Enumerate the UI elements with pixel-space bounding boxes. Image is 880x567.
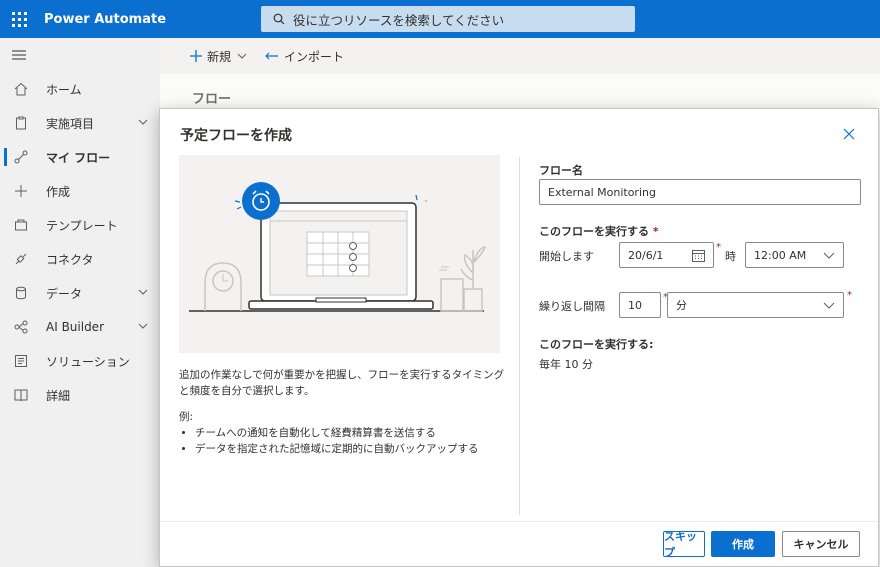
repeat-label: 繰り返し間隔 xyxy=(539,300,605,313)
required-marker: * xyxy=(847,290,852,301)
home-icon xyxy=(12,80,30,98)
example-list: チームへの通知を自動化して経費精算書を送信する データを指定された記憶域に定期的… xyxy=(195,425,509,457)
summary-value: 毎年 10 分 xyxy=(539,358,593,371)
sidebar-item-connectors[interactable]: コネクタ xyxy=(0,242,160,276)
sidebar-item-label: 作成 xyxy=(46,184,71,199)
book-icon xyxy=(12,386,30,404)
app-title[interactable]: Power Automate xyxy=(44,12,166,27)
flow-name-label: フロー名 xyxy=(539,164,583,177)
repeat-unit-value: 分 xyxy=(676,299,687,312)
connector-icon xyxy=(12,250,30,268)
sidebar: ホーム 実施項目 マイ フロー 作成 テンプレート コネクタ データ AI Bu… xyxy=(0,38,160,567)
search-icon xyxy=(273,13,285,25)
sidebar-item-data[interactable]: データ xyxy=(0,276,160,310)
repeat-interval-value: 10 xyxy=(628,298,642,312)
summary-label: このフローを実行する: xyxy=(539,338,654,351)
sidebar-item-label: 実施項目 xyxy=(46,116,95,131)
description-text: 追加の作業なしで何が重要かを把握し、フローを実行するタイミングと頻度を自分で選択… xyxy=(179,369,505,397)
start-date-value: 20/6/1 xyxy=(628,248,664,262)
start-label: 開始します xyxy=(539,250,594,263)
sidebar-item-templates[interactable]: テンプレート xyxy=(0,208,160,242)
create-button[interactable]: 作成 xyxy=(711,531,775,557)
time-label: 時 xyxy=(725,250,736,263)
chevron-down-icon[interactable] xyxy=(138,287,148,297)
new-label: 新規 xyxy=(207,49,232,64)
skip-button[interactable]: スキップ xyxy=(663,530,705,559)
search-placeholder: 役に立つリソースを検索してください xyxy=(293,12,505,28)
waffle-icon xyxy=(11,11,27,27)
repeat-unit-dropdown[interactable]: 分 xyxy=(667,292,844,318)
chevron-down-icon[interactable] xyxy=(138,117,148,127)
sidebar-item-action-items[interactable]: 実施項目 xyxy=(0,106,160,140)
create-scheduled-flow-dialog: 予定フローを作成 追加の作業なしで何が重要かを把握し、フローを実行するタイミング… xyxy=(159,108,879,567)
import-button[interactable]: インポート xyxy=(265,48,344,65)
close-icon[interactable] xyxy=(842,127,856,141)
hamburger-icon xyxy=(12,50,26,60)
plus-icon xyxy=(190,50,202,62)
search-box[interactable]: 役に立つリソースを検索してください xyxy=(261,6,635,32)
command-bar: 新規 インポート xyxy=(160,38,880,74)
solution-icon xyxy=(12,352,30,370)
cancel-button[interactable]: キャンセル xyxy=(782,531,860,557)
flow-icon xyxy=(12,148,30,166)
database-icon xyxy=(12,284,30,302)
footer-divider xyxy=(160,521,878,522)
sidebar-item-home[interactable]: ホーム xyxy=(0,72,160,106)
sidebar-item-label: AI Builder xyxy=(46,320,105,334)
sidebar-item-label: 詳細 xyxy=(46,388,71,403)
flow-name-value: External Monitoring xyxy=(548,185,656,199)
start-time-value: 12:00 AM xyxy=(754,248,807,262)
dialog-title: 予定フローを作成 xyxy=(180,128,292,144)
sidebar-item-label: テンプレート xyxy=(46,218,118,233)
hamburger-button[interactable] xyxy=(0,38,160,72)
flow-name-input[interactable]: External Monitoring xyxy=(539,179,861,205)
app-launcher-button[interactable] xyxy=(0,0,38,38)
new-button[interactable]: 新規 xyxy=(190,48,247,65)
import-label: インポート xyxy=(284,49,345,64)
import-icon xyxy=(265,52,279,60)
sidebar-item-my-flows[interactable]: マイ フロー xyxy=(0,140,160,174)
scheduled-flow-illustration xyxy=(179,155,500,353)
top-bar: Power Automate 役に立つリソースを検索してください xyxy=(0,0,880,38)
chevron-down-icon xyxy=(823,252,835,259)
example-item: チームへの通知を自動化して経費精算書を送信する xyxy=(195,425,509,441)
required-marker: * xyxy=(716,242,721,253)
laptop-clock-illustration xyxy=(189,182,487,312)
sidebar-item-label: データ xyxy=(46,286,83,301)
example-item: データを指定された記憶域に定期的に自動バックアップする xyxy=(195,441,509,457)
start-time-dropdown[interactable]: 12:00 AM xyxy=(745,242,844,268)
sidebar-item-learn[interactable]: 詳細 xyxy=(0,378,160,412)
sidebar-item-label: コネクタ xyxy=(46,252,94,267)
repeat-interval-input[interactable]: 10 xyxy=(619,292,661,318)
sidebar-item-ai-builder[interactable]: AI Builder xyxy=(0,310,160,344)
chevron-down-icon xyxy=(237,53,247,59)
template-icon xyxy=(12,216,30,234)
sidebar-item-create[interactable]: 作成 xyxy=(0,174,160,208)
chevron-down-icon xyxy=(823,302,835,309)
chevron-down-icon[interactable] xyxy=(138,321,148,331)
calendar-icon[interactable] xyxy=(692,249,705,262)
start-date-picker[interactable]: 20/6/1 xyxy=(619,242,714,268)
clipboard-icon xyxy=(12,114,30,132)
plus-icon xyxy=(12,182,30,200)
ai-builder-icon xyxy=(12,318,30,336)
sidebar-item-label: ホーム xyxy=(46,82,82,97)
sidebar-item-label: マイ フロー xyxy=(46,150,111,165)
run-schedule-label: このフローを実行する * xyxy=(539,225,659,238)
sidebar-item-label: ソリューション xyxy=(46,354,130,369)
example-heading: 例: xyxy=(179,411,194,423)
vertical-divider xyxy=(519,157,520,515)
dialog-description: 追加の作業なしで何が重要かを把握し、フローを実行するタイミングと頻度を自分で選択… xyxy=(179,367,509,457)
sidebar-item-solutions[interactable]: ソリューション xyxy=(0,344,160,378)
